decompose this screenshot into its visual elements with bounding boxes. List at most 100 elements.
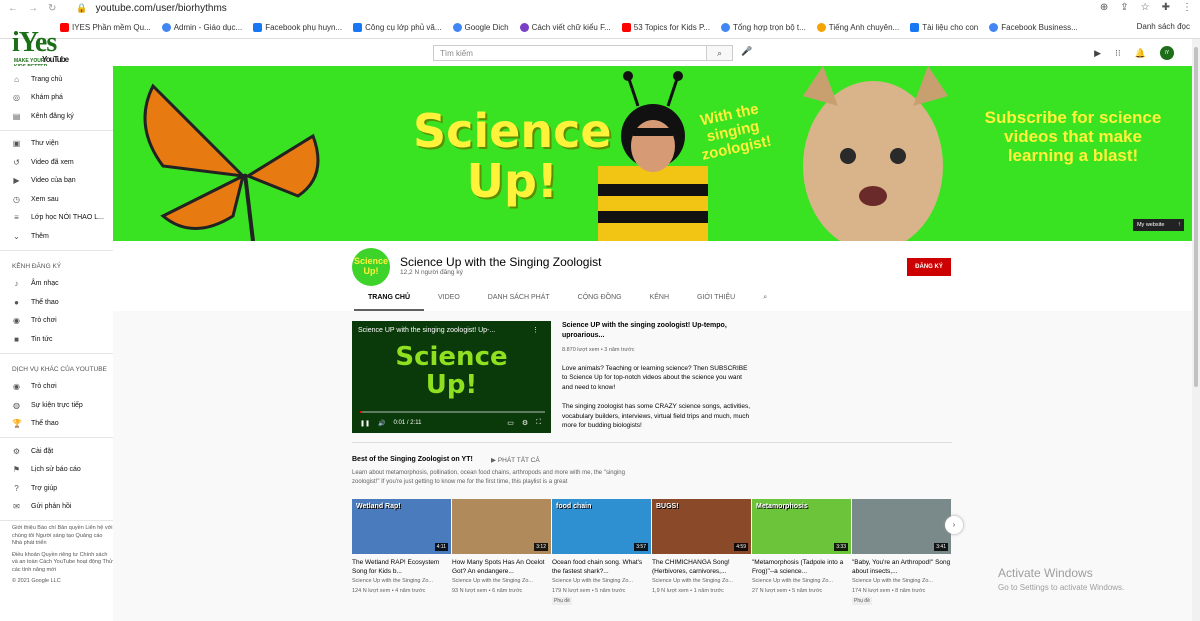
featured-video-player[interactable]: Science UP with the singing zoologist! U…: [352, 321, 551, 433]
lock-icon[interactable]: 🔒: [76, 3, 87, 14]
back-icon[interactable]: ←: [8, 3, 18, 14]
sidebar-item[interactable]: ⚑ Lịch sử báo cáo: [0, 461, 113, 480]
video-title[interactable]: Ocean food chain song. What's the fastes…: [552, 559, 651, 576]
tab-5[interactable]: KÊNH: [636, 293, 683, 311]
sidebar-item[interactable]: ◎ Khám phá: [0, 89, 113, 108]
extension-icon[interactable]: ✚: [1162, 2, 1170, 13]
video-card[interactable]: BUGS! 4:59 The CHIMICHANGA Song! (Herbiv…: [652, 499, 751, 605]
video-card[interactable]: Wetland Rap! 4:11 The Wetland RAP! Ecosy…: [352, 499, 451, 605]
sidebar-item[interactable]: ◉ Trò chơi: [0, 378, 113, 397]
bookmark-item[interactable]: Google Dich: [452, 23, 509, 32]
gear-icon[interactable]: ⚙: [522, 419, 528, 427]
video-title[interactable]: How Many Spots Has An Ocelot Got? An end…: [452, 559, 551, 576]
next-arrow-icon[interactable]: ›: [945, 516, 963, 534]
apps-icon[interactable]: ⁝⁝: [1115, 48, 1121, 59]
play-all-button[interactable]: ▶ PHÁT TẤT CẢ: [491, 456, 540, 464]
sidebar-item[interactable]: ≡ Lớp học NÓI THAO L...: [0, 209, 113, 228]
menu-icon[interactable]: ⋮: [1182, 2, 1192, 13]
bookmark-item[interactable]: Admin - Giáo dục...: [161, 23, 242, 32]
subscribe-button[interactable]: ĐĂNG KÝ: [907, 258, 951, 276]
bell-icon[interactable]: 🔔: [1135, 48, 1146, 59]
video-channel[interactable]: Science Up with the Singing Zo...: [752, 578, 851, 586]
sidebar-item[interactable]: ⌄ Thêm: [0, 227, 113, 246]
video-card[interactable]: 3:41 "Baby, You're an Arthropod!" Song a…: [852, 499, 951, 605]
tab-1[interactable]: TRANG CHỦ: [354, 293, 424, 311]
sidebar-item[interactable]: 🏆 Thể thao: [0, 415, 113, 434]
reading-list[interactable]: Danh sách đọc: [1137, 22, 1190, 31]
pause-icon[interactable]: ❚❚: [360, 420, 370, 427]
tab-6[interactable]: GIỚI THIỆU: [683, 293, 749, 311]
video-thumbnail[interactable]: food chain 3:57: [552, 499, 651, 554]
sidebar-item[interactable]: ✉ Gửi phản hồi: [0, 498, 113, 517]
video-channel[interactable]: Science Up with the Singing Zo...: [452, 578, 551, 586]
channel-search-icon[interactable]: ⌕: [749, 293, 781, 311]
sidebar-item[interactable]: ● Thể thao: [0, 293, 113, 312]
video-channel[interactable]: Science Up with the Singing Zo...: [352, 578, 451, 586]
featured-title[interactable]: Science UP with the singing zoologist! U…: [562, 321, 752, 340]
sidebar-item[interactable]: ▤ Kênh đăng ký: [0, 107, 113, 126]
channel-banner: Science Up! With the singing zoologist! …: [113, 66, 1192, 241]
sidebar-item[interactable]: ▶ Video của bạn: [0, 172, 113, 191]
bookmark-item[interactable]: Tài liệu cho con: [910, 23, 978, 32]
bookmark-item[interactable]: Facebook Business...: [989, 23, 1078, 32]
tab-4[interactable]: CỘNG ĐỒNG: [564, 293, 636, 311]
mic-icon[interactable]: 🎤: [741, 46, 752, 57]
star-icon[interactable]: ☆: [1141, 2, 1150, 13]
channel-logo[interactable]: iYes YouTube MAKE YOUR KIDS BETTER: [12, 27, 69, 70]
tab-2[interactable]: VIDEO: [424, 293, 474, 311]
fullscreen-icon[interactable]: ⛶: [536, 419, 541, 427]
video-channel[interactable]: Science Up with the Singing Zo...: [652, 578, 751, 586]
sidebar-item[interactable]: ■ Tin tức: [0, 330, 113, 349]
video-title[interactable]: The CHIMICHANGA Song! (Herbivores, carni…: [652, 559, 751, 576]
bookmark-item[interactable]: Cách viết chữ kiểu F...: [519, 23, 611, 32]
captions-icon[interactable]: ▭: [507, 419, 514, 427]
more-icon[interactable]: ⋮: [532, 326, 539, 334]
bookmark-item[interactable]: 53 Topics for Kids P...: [621, 23, 710, 32]
video-thumbnail[interactable]: 3:41: [852, 499, 951, 554]
sidebar-item[interactable]: ? Trợ giúp: [0, 479, 113, 498]
volume-icon[interactable]: 🔊: [378, 420, 385, 427]
bookmark-item[interactable]: Tổng hợp trọn bộ t...: [720, 23, 806, 32]
video-card[interactable]: food chain 3:57 Ocean food chain song. W…: [552, 499, 651, 605]
video-thumbnail[interactable]: Wetland Rap! 4:11: [352, 499, 451, 554]
sidebar-item[interactable]: ⌂ Trang chủ: [0, 70, 113, 89]
scrollbar[interactable]: [1192, 39, 1200, 621]
video-thumbnail[interactable]: 3:12: [452, 499, 551, 554]
sidebar-item[interactable]: ◍ Sự kiện trực tiếp: [0, 396, 113, 415]
create-video-icon[interactable]: ▶: [1094, 48, 1101, 59]
video-channel[interactable]: Science Up with the Singing Zo...: [852, 578, 951, 586]
forward-icon[interactable]: →: [28, 3, 38, 14]
video-title[interactable]: "Baby, You're an Arthropod!" Song about …: [852, 559, 951, 576]
bookmark-item[interactable]: Công cụ lớp phủ vă...: [353, 23, 442, 32]
sidebar-item[interactable]: ◷ Xem sau: [0, 190, 113, 209]
scrollbar-thumb[interactable]: [1194, 47, 1198, 387]
sidebar-item[interactable]: ▣ Thư viện: [0, 135, 113, 154]
facebook-icon[interactable]: f: [1178, 222, 1180, 228]
video-title[interactable]: The Wetland RAP! Ecosystem Song for Kids…: [352, 559, 451, 576]
video-channel[interactable]: Science Up with the Singing Zo...: [552, 578, 651, 586]
url-field[interactable]: youtube.com/user/biorhythms: [96, 3, 227, 14]
zoom-icon[interactable]: ⊕: [1100, 2, 1108, 13]
playlist-title[interactable]: Best of the Singing Zoologist on YT!: [352, 456, 473, 463]
sidebar-item[interactable]: ◉ Trò chơi: [0, 312, 113, 331]
share-icon[interactable]: ⇪: [1120, 2, 1128, 13]
search-input[interactable]: Tìm kiếm: [433, 45, 707, 61]
player-title[interactable]: Science UP with the singing zoologist! U…: [358, 327, 495, 334]
video-card[interactable]: Metamorphosis 3:33 "Metamorphosis (Tadpo…: [752, 499, 851, 605]
website-link[interactable]: My website f: [1132, 219, 1184, 231]
video-thumbnail[interactable]: Metamorphosis 3:33: [752, 499, 851, 554]
reload-icon[interactable]: ↻: [48, 3, 56, 14]
video-title[interactable]: "Metamorphosis (Tadpole into a Frog)"--a…: [752, 559, 851, 576]
tab-3[interactable]: DANH SÁCH PHÁT: [474, 293, 564, 311]
channel-avatar[interactable]: Science Up!: [352, 248, 390, 286]
bookmark-item[interactable]: Tiếng Anh chuyên...: [816, 23, 899, 32]
video-card[interactable]: 3:12 How Many Spots Has An Ocelot Got? A…: [452, 499, 551, 605]
video-thumbnail[interactable]: BUGS! 4:59: [652, 499, 751, 554]
bookmark-item[interactable]: IYES Phần mềm Qu...: [60, 23, 151, 32]
search-button[interactable]: ⌕: [707, 45, 733, 61]
sidebar-item[interactable]: ♪ Âm nhạc: [0, 275, 113, 294]
sidebar-item[interactable]: ↺ Video đã xem: [0, 153, 113, 172]
avatar[interactable]: iY: [1160, 46, 1174, 60]
sidebar-item[interactable]: ⚙ Cài đặt: [0, 442, 113, 461]
bookmark-item[interactable]: Facebook phụ huyn...: [253, 23, 342, 32]
